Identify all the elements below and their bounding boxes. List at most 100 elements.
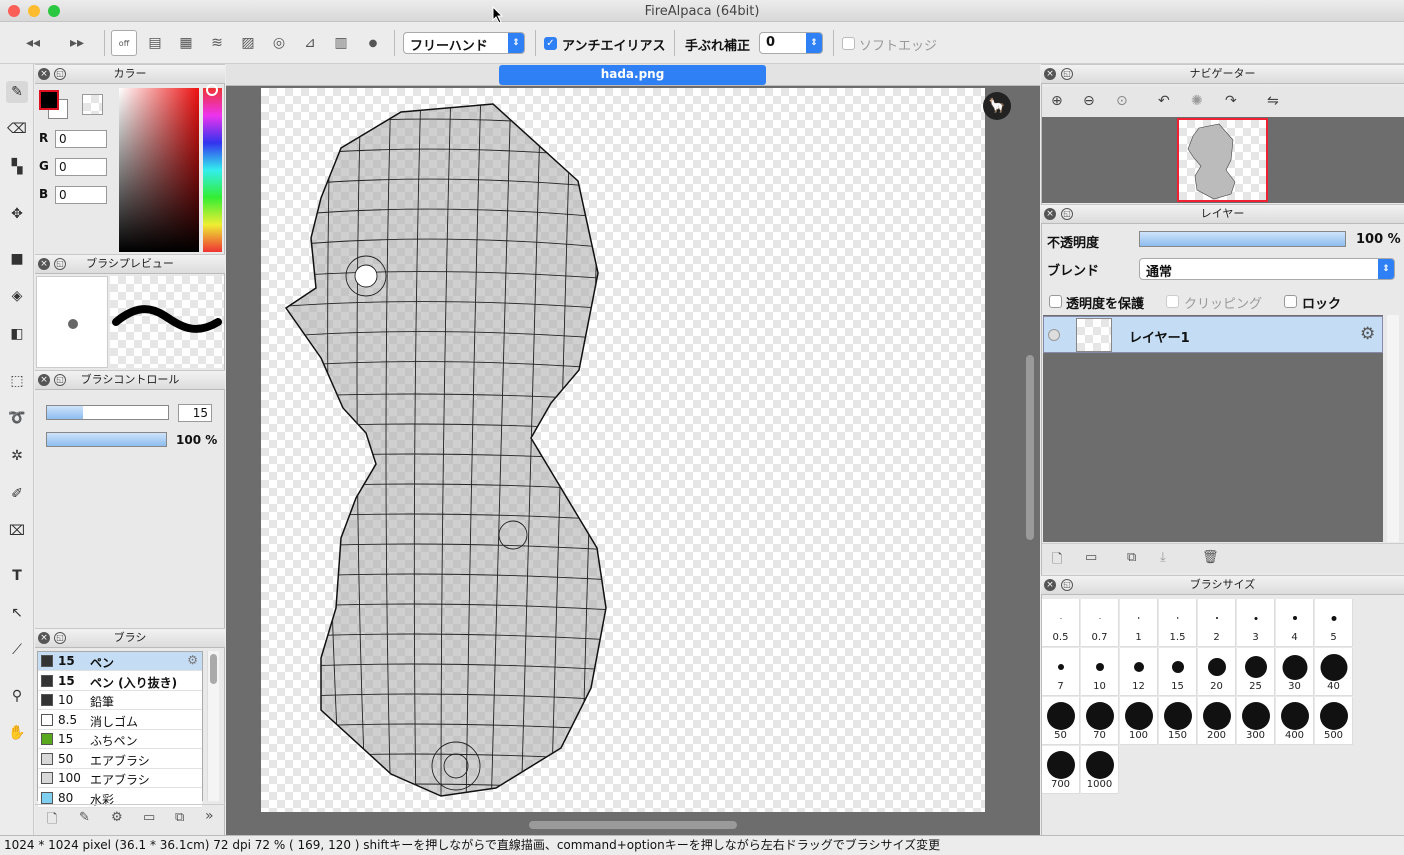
pen-tool-icon[interactable]: ✎ xyxy=(6,81,28,103)
hue-handle[interactable] xyxy=(206,84,218,96)
canvas[interactable] xyxy=(261,88,985,812)
flip-horizontal-icon[interactable]: ⇋ xyxy=(1267,93,1279,109)
rotate-right-icon[interactable]: ↷ xyxy=(1225,93,1237,109)
detach-panel-icon[interactable]: ◱ xyxy=(54,68,66,80)
brush-list-item[interactable]: 50 エアブラシ xyxy=(38,749,202,769)
gradient-tool-icon[interactable]: ◧ xyxy=(6,323,28,345)
b-input[interactable]: 0 xyxy=(55,186,107,204)
brush-size-slider[interactable] xyxy=(46,405,169,420)
r-input[interactable]: 0 xyxy=(55,130,107,148)
new-layer-icon[interactable]: 🗋 xyxy=(1052,550,1062,572)
brush-settings-gear-icon[interactable]: ⚙ xyxy=(187,653,198,667)
antialias-checkbox[interactable]: ✓ xyxy=(544,37,557,50)
g-input[interactable]: 0 xyxy=(55,158,107,176)
dot-tool-icon[interactable]: ▚ xyxy=(6,156,28,178)
brush-size-cell[interactable]: 500 xyxy=(1315,697,1353,745)
magic-wand-tool-icon[interactable]: ✲ xyxy=(6,445,28,467)
brush-size-cell[interactable]: 2 xyxy=(1198,599,1236,647)
snap-radial-icon[interactable]: ⊿ xyxy=(297,30,323,56)
brush-list-item[interactable]: 15 ふちペン xyxy=(38,730,202,749)
layer-settings-gear-icon[interactable]: ⚙ xyxy=(1360,324,1375,344)
brush-size-cell[interactable]: 4 xyxy=(1276,599,1314,647)
zoom-out-icon[interactable]: ⊖ xyxy=(1083,93,1095,109)
snap-off-button[interactable]: off xyxy=(111,30,137,56)
eraser-tool-icon[interactable]: ⌫ xyxy=(6,118,28,140)
scrollbar-thumb[interactable] xyxy=(210,654,217,684)
clipping-checkbox[interactable] xyxy=(1166,295,1179,308)
merge-down-icon[interactable]: ⤓ xyxy=(1160,550,1166,565)
soft-edge-checkbox[interactable] xyxy=(842,37,855,50)
close-panel-icon[interactable]: × xyxy=(1044,579,1056,591)
layer-row[interactable]: レイヤー1 ⚙ xyxy=(1043,316,1383,353)
brush-size-cell[interactable]: 25 xyxy=(1237,648,1275,696)
new-brush-icon[interactable]: 🗋 xyxy=(47,810,57,832)
foreground-color-swatch[interactable] xyxy=(39,90,59,110)
operation-tool-icon[interactable]: ↖ xyxy=(6,602,28,624)
snap-grid-icon[interactable]: ▦ xyxy=(173,30,199,56)
blend-select[interactable]: 通常 ⇕ xyxy=(1139,258,1395,280)
saturation-value-picker[interactable] xyxy=(119,88,199,252)
detach-panel-icon[interactable]: ◱ xyxy=(1061,579,1073,591)
detach-panel-icon[interactable]: ◱ xyxy=(1061,208,1073,220)
visibility-toggle-icon[interactable] xyxy=(1048,329,1060,341)
protect-alpha-checkbox[interactable] xyxy=(1049,295,1062,308)
zoom-in-icon[interactable]: ⊕ xyxy=(1051,93,1063,109)
close-panel-icon[interactable]: × xyxy=(38,632,50,644)
prev-icon[interactable]: ◂◂ xyxy=(20,30,46,56)
fill-rect-tool-icon[interactable]: ■ xyxy=(6,248,28,270)
brush-size-cell[interactable]: 150 xyxy=(1159,697,1197,745)
snap-perspective-icon[interactable]: ▨ xyxy=(235,30,261,56)
navigator-viewport[interactable] xyxy=(1177,118,1268,202)
select-tool-icon[interactable]: ⬚ xyxy=(6,370,28,392)
brush-list-item[interactable]: 15 ペン (入り抜き) xyxy=(38,671,202,691)
eyedropper-tool-icon[interactable]: ⚲ xyxy=(6,685,28,707)
brush-size-cell[interactable]: 1000 xyxy=(1081,746,1119,794)
rotate-reset-icon[interactable]: ✺ xyxy=(1191,93,1203,109)
snap-curve-icon[interactable]: ≋ xyxy=(204,30,230,56)
brush-size-cell[interactable]: 100 xyxy=(1120,697,1158,745)
brush-size-cell[interactable]: 15 xyxy=(1159,648,1197,696)
brush-size-cell[interactable]: 700 xyxy=(1042,746,1080,794)
brush-opacity-slider[interactable] xyxy=(46,432,167,447)
brush-size-cell[interactable]: 1 xyxy=(1120,599,1158,647)
detach-panel-icon[interactable]: ◱ xyxy=(54,632,66,644)
close-panel-icon[interactable]: × xyxy=(38,374,50,386)
layer-opacity-slider[interactable] xyxy=(1139,231,1346,247)
brush-size-cell[interactable]: 200 xyxy=(1198,697,1236,745)
delete-layer-icon[interactable]: 🗑 xyxy=(1202,550,1219,565)
move-tool-icon[interactable]: ✥ xyxy=(6,203,28,225)
layer-list-scrollbar[interactable] xyxy=(1387,315,1399,542)
folder-icon[interactable]: ▭ xyxy=(143,810,155,825)
zoom-fit-icon[interactable]: ⊙ xyxy=(1116,93,1128,109)
canvas-vertical-scrollbar[interactable] xyxy=(1026,355,1034,540)
brush-size-cell[interactable]: 7 xyxy=(1042,648,1080,696)
brush-list-scrollbar[interactable] xyxy=(207,651,219,801)
detach-panel-icon[interactable]: ◱ xyxy=(54,374,66,386)
duplicate-brush-icon[interactable]: ⧉ xyxy=(175,810,184,825)
snap-3d-icon[interactable]: ▥ xyxy=(328,30,354,56)
brush-size-cell[interactable]: 20 xyxy=(1198,648,1236,696)
new-folder-icon[interactable]: ▭ xyxy=(1085,550,1097,565)
brush-size-cell[interactable]: 10 xyxy=(1081,648,1119,696)
duplicate-layer-icon[interactable]: ⧉ xyxy=(1127,550,1136,565)
brush-size-input[interactable]: 15 xyxy=(178,404,212,422)
select-pen-tool-icon[interactable]: ✐ xyxy=(6,483,28,505)
snap-point-icon[interactable]: ● xyxy=(360,30,386,56)
brush-size-cell[interactable]: 50 xyxy=(1042,697,1080,745)
divide-tool-icon[interactable]: ⟋ xyxy=(6,639,28,661)
lock-checkbox[interactable] xyxy=(1284,295,1297,308)
stabilizer-select[interactable]: 0 ⇕ xyxy=(759,32,823,54)
close-panel-icon[interactable]: × xyxy=(38,258,50,270)
brush-list-item[interactable]: 100 エアブラシ xyxy=(38,769,202,788)
brush-size-cell[interactable]: 300 xyxy=(1237,697,1275,745)
edit-brush-icon[interactable]: ✎ xyxy=(79,810,90,825)
hand-tool-icon[interactable]: ✋ xyxy=(6,722,28,744)
transparent-color-swatch[interactable] xyxy=(82,94,103,115)
brush-list-item[interactable]: 10 鉛筆 xyxy=(38,691,202,710)
brush-size-cell[interactable]: 400 xyxy=(1276,697,1314,745)
tab-hada-png[interactable]: hada.png xyxy=(499,65,766,85)
detach-panel-icon[interactable]: ◱ xyxy=(1061,68,1073,80)
bucket-tool-icon[interactable]: ◈ xyxy=(6,285,28,307)
brush-size-cell[interactable]: 1.5 xyxy=(1159,599,1197,647)
hue-slider[interactable] xyxy=(203,88,222,252)
